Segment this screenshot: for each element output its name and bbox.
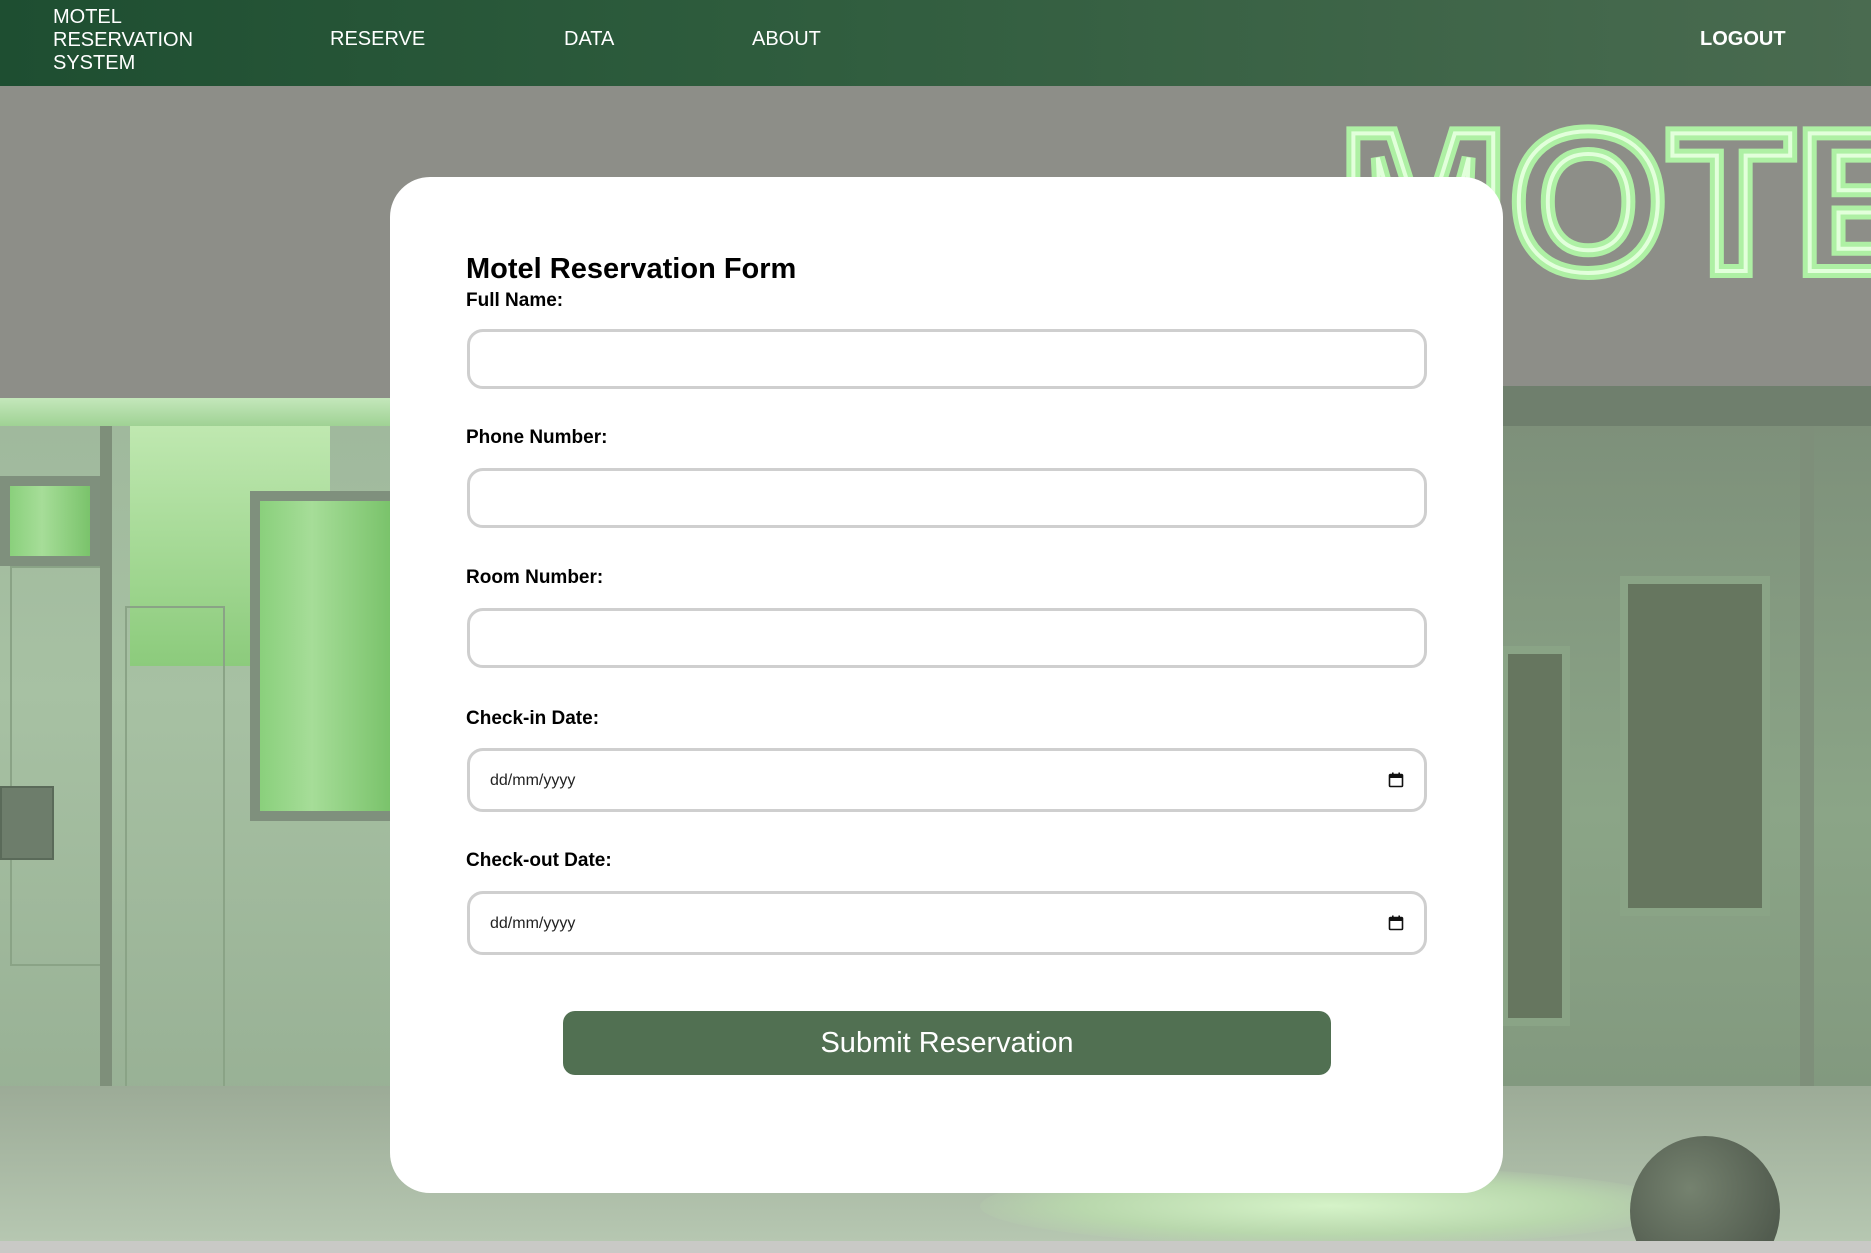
right-awning (1480, 386, 1871, 426)
calendar-icon[interactable] (1388, 915, 1404, 931)
right-window (1620, 576, 1770, 916)
phone-number-label: Phone Number: (466, 427, 608, 448)
nav-link-data[interactable]: DATA (564, 27, 614, 51)
form-title: Motel Reservation Form (466, 253, 797, 285)
right-post (1800, 426, 1814, 1126)
right-door (1500, 646, 1570, 1026)
ac-unit (0, 786, 54, 860)
full-name-label: Full Name: (466, 290, 564, 311)
brand-title[interactable]: MOTEL RESERVATION SYSTEM (53, 6, 223, 75)
calendar-icon[interactable] (1388, 772, 1404, 788)
left-window (250, 491, 400, 821)
top-navbar: MOTEL RESERVATION SYSTEM RESERVE DATA AB… (0, 0, 1871, 86)
left-door-panel (125, 606, 225, 1126)
nav-link-reserve[interactable]: RESERVE (330, 27, 425, 51)
page-bottom-strip (0, 1241, 1871, 1253)
submit-reservation-button[interactable]: Submit Reservation (563, 1011, 1331, 1075)
check-out-date-label: Check-out Date: (466, 850, 612, 871)
room-number-label: Room Number: (466, 567, 604, 588)
check-in-date-label: Check-in Date: (466, 708, 600, 729)
reservation-form-card: Motel Reservation Form Full Name: Phone … (390, 177, 1503, 1193)
check-in-date-input[interactable]: dd/mm/yyyy (467, 748, 1427, 812)
left-wall-panel (10, 566, 105, 966)
check-in-date-placeholder: dd/mm/yyyy (490, 772, 576, 789)
phone-number-input[interactable] (467, 468, 1427, 528)
full-name-input[interactable] (467, 329, 1427, 389)
room-number-input[interactable] (467, 608, 1427, 668)
porch-post (100, 426, 112, 1126)
nav-link-about[interactable]: ABOUT (752, 27, 821, 51)
check-out-date-placeholder: dd/mm/yyyy (490, 915, 576, 932)
check-out-date-input[interactable]: dd/mm/yyyy (467, 891, 1427, 955)
logout-link[interactable]: LOGOUT (1700, 27, 1786, 51)
left-small-window (0, 476, 100, 566)
left-roof-ledge (0, 398, 400, 426)
